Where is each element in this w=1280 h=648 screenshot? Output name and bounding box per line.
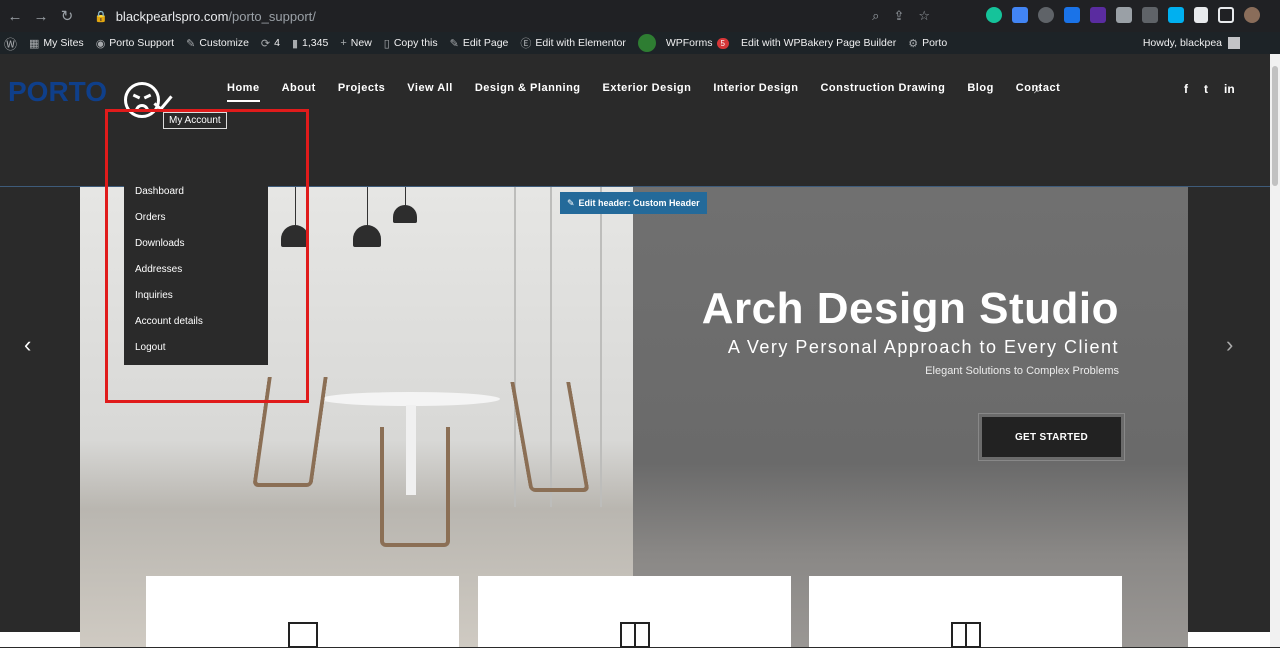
hero-subtitle: A Very Personal Approach to Every Client <box>727 337 1119 357</box>
nav-construction-drawing[interactable]: Construction Drawing <box>820 82 945 102</box>
reload-icon[interactable]: ↻ <box>56 5 78 27</box>
window-frame <box>514 187 516 507</box>
updates-icon: ⟳ <box>260 37 271 50</box>
comments-icon: ▮ <box>291 37 299 50</box>
nav-design-planning[interactable]: Design & Planning <box>475 82 581 102</box>
profile-avatar[interactable] <box>1244 7 1260 23</box>
nav-view-all[interactable]: View All <box>407 82 453 102</box>
share-icon[interactable]: ⇪ <box>893 8 904 24</box>
back-icon[interactable]: ← <box>4 5 26 27</box>
wp-item-my-sites[interactable]: ▦ My Sites <box>29 37 84 50</box>
facebook-icon[interactable]: f <box>1184 82 1188 96</box>
nav-exterior-design[interactable]: Exterior Design <box>603 82 692 102</box>
wp-item-elementor[interactable]: Ⓔ Edit with Elementor <box>520 35 625 51</box>
content-background <box>1188 632 1270 647</box>
hero-title: Arch Design Studio <box>701 284 1119 333</box>
url-host: blackpearlspro.com <box>115 8 229 24</box>
lamp-cord <box>405 187 406 207</box>
get-started-button[interactable]: GET STARTED <box>978 413 1125 461</box>
page-scrollbar[interactable] <box>1270 54 1280 647</box>
wordpress-logo-icon[interactable]: Ⓦ <box>4 34 17 53</box>
nav-projects[interactable]: Projects <box>338 82 385 102</box>
wp-item-comments[interactable]: ▮ 1,345 <box>292 37 328 50</box>
wp-account[interactable]: Howdy, blackpea <box>1143 32 1240 54</box>
omnibox-actions: ⌕ ⇪ ☆ <box>872 8 930 24</box>
content-background <box>0 632 80 647</box>
grammarly-icon[interactable] <box>986 7 1002 23</box>
service-card[interactable] <box>809 576 1122 648</box>
camera-icon[interactable] <box>1116 7 1132 23</box>
wp-item-customize[interactable]: ✎ Customize <box>186 37 249 50</box>
elementor-icon: Ⓔ <box>520 38 532 50</box>
annotation-highlight-box <box>105 109 309 403</box>
puzzle-icon[interactable] <box>1194 7 1208 23</box>
forward-icon[interactable]: → <box>30 5 52 27</box>
wp-item-porto[interactable]: ⚙ Porto <box>908 37 947 50</box>
translate-icon[interactable] <box>1012 7 1028 23</box>
porto-gear-icon: ⚙ <box>908 37 919 50</box>
howdy-label: Howdy, blackpea <box>1142 37 1222 49</box>
wooden-chair <box>510 382 590 492</box>
search-icon[interactable]: ⌕ <box>1034 80 1042 97</box>
drawing-tools-icon <box>287 622 318 648</box>
wp-item-wpforms[interactable]: WPForms 5 <box>637 34 729 52</box>
recycle-icon[interactable] <box>1142 7 1158 23</box>
brush-icon: ✎ <box>186 37 196 50</box>
counter-extension-icon[interactable] <box>1090 7 1106 23</box>
pendant-lamp <box>393 205 417 223</box>
main-navigation: Home About Projects View All Design & Pl… <box>216 82 1071 102</box>
site-logo[interactable]: PORTO <box>8 76 107 108</box>
wooden-chair <box>380 427 450 547</box>
bookmark-star-icon[interactable]: ☆ <box>918 8 930 24</box>
round-table <box>320 392 500 406</box>
plus-icon: + <box>340 37 347 49</box>
pencil-icon: ✎ <box>567 197 575 208</box>
wp-admin-bar: Ⓦ ▦ My Sites ◉ Porto Support ✎ Customize ⟳ 4… <box>0 32 1280 54</box>
wpforms-count-badge: 5 <box>716 37 729 49</box>
service-card[interactable] <box>146 576 459 648</box>
wp-item-edit-page[interactable]: ✎ Edit Page <box>450 37 509 50</box>
wp-item-wpbakery[interactable]: Edit with WPBakery Page Builder <box>741 37 896 49</box>
globe-icon[interactable] <box>1038 7 1054 23</box>
user-avatar <box>1228 37 1240 49</box>
extensions-bar <box>986 7 1260 23</box>
browser-toolbar: ← → ↻ 🔒 blackpearlspro.com/porto_support… <box>0 0 1280 32</box>
right-gutter <box>1188 187 1270 647</box>
dashboard-icon: ◉ <box>95 37 106 50</box>
slider-next-icon[interactable]: › <box>1226 332 1233 358</box>
linkedin-icon[interactable]: in <box>1224 82 1235 96</box>
nav-interior-design[interactable]: Interior Design <box>713 82 798 102</box>
nav-home[interactable]: Home <box>227 82 260 102</box>
service-card[interactable] <box>478 576 791 648</box>
pendant-lamp <box>353 225 381 247</box>
lamp-cord <box>367 187 368 227</box>
sites-icon: ▦ <box>29 37 40 50</box>
left-gutter <box>0 187 80 647</box>
address-bar[interactable]: 🔒 blackpearlspro.com/porto_support/ <box>84 4 944 28</box>
wp-item-updates[interactable]: ⟳ 4 <box>261 37 280 50</box>
hero-tagline: Elegant Solutions to Complex Problems <box>925 365 1119 377</box>
wp-item-site-name[interactable]: ◉ Porto Support <box>96 37 174 50</box>
window-frame <box>600 187 602 507</box>
new-extension-icon[interactable] <box>1064 7 1080 23</box>
zoom-icon[interactable]: ⌕ <box>872 8 879 24</box>
wpforms-icon <box>637 34 656 52</box>
copy-icon: ▯ <box>383 37 390 50</box>
pencil-icon: ✎ <box>449 37 459 50</box>
sidepanel-icon[interactable] <box>1218 7 1234 23</box>
wp-item-new[interactable]: + New <box>340 37 371 49</box>
edit-header-button[interactable]: ✎ Edit header: Custom Header <box>560 192 707 214</box>
nav-about[interactable]: About <box>282 82 316 102</box>
scrollbar-thumb[interactable] <box>1272 66 1278 186</box>
nav-blog[interactable]: Blog <box>967 82 993 102</box>
lock-icon: 🔒 <box>94 10 108 23</box>
blueprint-book-icon <box>950 622 981 648</box>
wp-item-copy[interactable]: ▯ Copy this <box>384 37 438 50</box>
social-links: f t in <box>1184 82 1235 96</box>
twitter-icon[interactable]: t <box>1204 82 1208 96</box>
blueprint-book-icon <box>619 622 650 648</box>
slider-prev-icon[interactable]: ‹ <box>24 332 31 358</box>
url-path: /porto_support/ <box>228 8 316 24</box>
extension-blue-icon[interactable] <box>1168 7 1184 23</box>
